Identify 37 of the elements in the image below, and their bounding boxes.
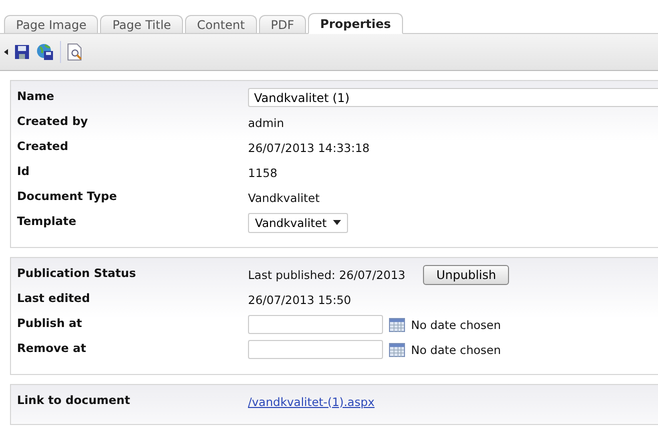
calendar-icon[interactable] — [389, 342, 405, 356]
field-label: Created — [17, 138, 70, 153]
save-icon[interactable] — [14, 44, 30, 60]
field-label: Document Type — [17, 188, 118, 203]
field-label: Name — [17, 88, 56, 103]
collapse-arrow-icon[interactable] — [4, 49, 8, 55]
preview-icon[interactable] — [67, 43, 83, 61]
field-value: 26/07/2013 15:50 — [248, 292, 352, 306]
calendar-icon[interactable] — [389, 318, 405, 332]
field-label: Template — [17, 213, 78, 228]
field-value: Vandkvalitet — [248, 190, 320, 204]
field-label: Remove at — [17, 340, 88, 355]
tab[interactable]: Page Title — [100, 15, 184, 33]
template-select[interactable]: Vandkvalitet — [248, 212, 348, 232]
date-status: No date chosen — [411, 342, 501, 356]
unpublish-button[interactable]: Unpublish — [423, 264, 510, 284]
field-label: Link to document — [17, 392, 132, 407]
field-value: admin — [248, 116, 284, 130]
name-field[interactable]: Vandkvalitet (1) — [248, 88, 658, 107]
tab[interactable]: Page Image — [4, 15, 98, 33]
date-field[interactable] — [248, 340, 383, 359]
document-link[interactable]: /vandkvalitet-(1).aspx — [248, 394, 375, 408]
caret-icon — [332, 220, 341, 225]
field-label: Last edited — [17, 290, 91, 305]
tab[interactable]: Content — [185, 15, 257, 33]
publish-status: Last published: 26/07/2013 — [248, 268, 406, 282]
field-label: Created by — [17, 113, 89, 128]
field-value: 26/07/2013 14:33:18 — [248, 140, 370, 154]
field-value: 1158 — [248, 166, 278, 180]
field-label: Id — [17, 163, 31, 178]
field-label: Publication Status — [17, 265, 137, 280]
date-status: No date chosen — [411, 318, 501, 332]
tab[interactable]: PDF — [258, 15, 306, 33]
date-field[interactable] — [248, 315, 383, 334]
field-label: Publish at — [17, 315, 84, 330]
globe-save-icon[interactable] — [36, 43, 54, 61]
tab[interactable]: Properties — [308, 13, 403, 34]
